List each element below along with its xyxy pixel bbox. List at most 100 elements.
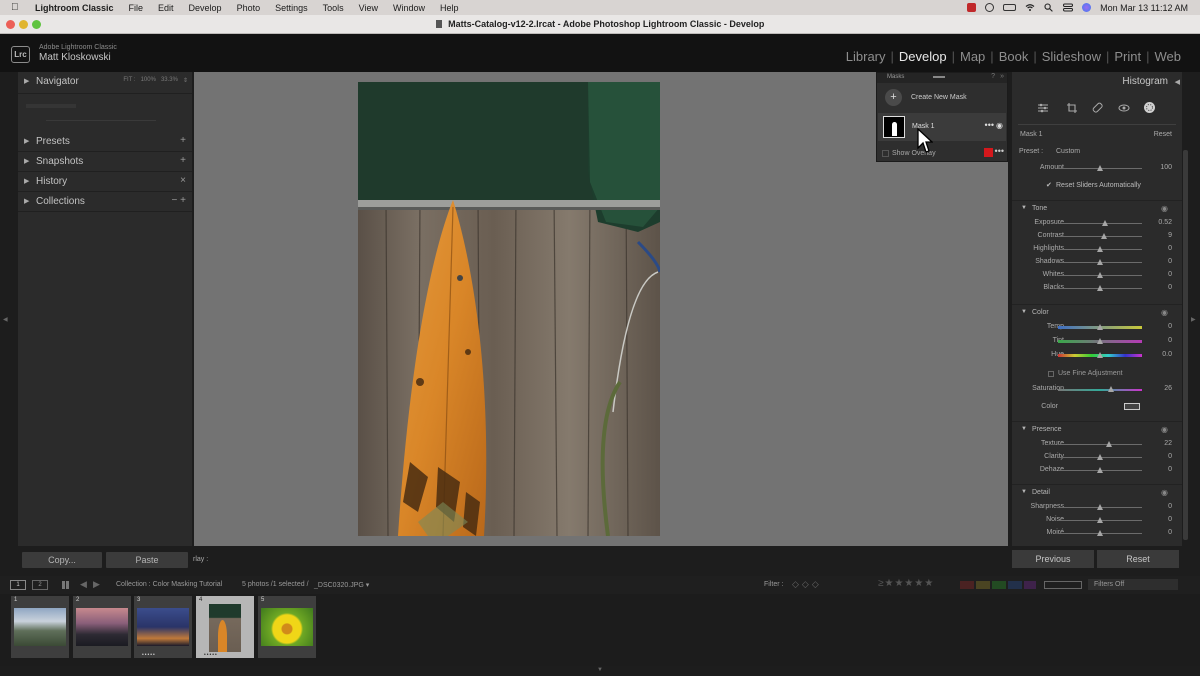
slider-value[interactable]: 0	[1142, 503, 1172, 510]
menu-window[interactable]: Window	[393, 3, 425, 13]
filmstrip-thumb[interactable]: 3 •••••	[134, 596, 192, 658]
slider-value[interactable]: 22	[1142, 440, 1172, 447]
eye-icon[interactable]: ◉	[1161, 488, 1168, 497]
add-snapshot-icon[interactable]: +	[180, 155, 186, 166]
control-center-icon[interactable]	[1063, 3, 1074, 12]
slider-thumb[interactable]	[1101, 233, 1108, 239]
masks-panel-header[interactable]: Masks ? »	[877, 73, 1007, 83]
edit-sliders-icon[interactable]	[1037, 102, 1049, 114]
slider-thumb[interactable]	[1097, 530, 1103, 536]
eye-icon[interactable]: ◉	[1161, 204, 1168, 213]
filmstrip-thumb[interactable]: 2	[73, 596, 131, 658]
collection-source[interactable]: Collection : Color Masking Tutorial	[116, 581, 222, 588]
highlights-slider-row[interactable]: Highlights 0	[1012, 243, 1172, 256]
star-rating-filter[interactable]: ≥★★★★★	[878, 578, 934, 589]
temp-slider-row[interactable]: Temp 0	[1012, 321, 1172, 334]
add-preset-icon[interactable]: +	[180, 135, 186, 146]
blacks-slider-row[interactable]: Blacks 0	[1012, 282, 1172, 295]
slider-value[interactable]: 0	[1142, 284, 1172, 291]
slider-thumb[interactable]	[1097, 285, 1103, 291]
primary-window-button[interactable]: 1	[10, 580, 26, 590]
slider-thumb[interactable]	[1106, 441, 1113, 447]
spotlight-search-icon[interactable]	[1044, 3, 1054, 12]
crop-icon[interactable]	[1066, 102, 1078, 114]
secondary-window-button[interactable]: 2	[32, 580, 48, 590]
texture-slider-row[interactable]: Texture 22	[1012, 438, 1172, 451]
slider-thumb[interactable]	[1097, 504, 1103, 510]
disclosure-triangle-icon[interactable]: ▶	[24, 137, 29, 145]
history-header[interactable]: ▶ History ×	[18, 172, 192, 192]
menu-app-name[interactable]: Lightroom Classic	[35, 3, 114, 13]
previous-button[interactable]: Previous	[1012, 550, 1094, 568]
paste-settings-button[interactable]: Paste	[106, 552, 188, 568]
siri-icon[interactable]	[1082, 3, 1092, 12]
slider-track[interactable]	[1058, 223, 1142, 224]
left-panel-toggle-icon[interactable]: ◀	[3, 316, 8, 323]
amount-slider-row[interactable]: Amount 100	[1012, 162, 1172, 175]
slider-value[interactable]: 9	[1142, 232, 1172, 239]
flag-filter-icons[interactable]: ◇◇◇	[792, 579, 822, 590]
slider-thumb[interactable]	[1097, 246, 1103, 252]
slider-thumb[interactable]	[1097, 272, 1103, 278]
overlay-options-icon[interactable]: •••	[995, 146, 1004, 156]
slider-value[interactable]: 0.52	[1142, 219, 1172, 226]
zoom-stepper-icon[interactable]: ⇕	[183, 77, 188, 84]
mask-preset-row[interactable]: Preset : Custom	[1012, 146, 1182, 158]
navigator-header[interactable]: ▶ Navigator FIT : 100% 33.3% ⇕	[18, 72, 192, 94]
module-web[interactable]: Web	[1150, 49, 1187, 64]
record-icon[interactable]	[967, 3, 977, 12]
shadows-slider-row[interactable]: Shadows 0	[1012, 256, 1172, 269]
filmstrip-thumb[interactable]: 5	[258, 596, 316, 658]
zoom-100-option[interactable]: 100%	[141, 77, 156, 84]
moir--slider-row[interactable]: Moiré 0	[1012, 527, 1172, 540]
checkmark-icon[interactable]: ✔	[1046, 181, 1052, 189]
whites-slider-row[interactable]: Whites 0	[1012, 269, 1172, 282]
tone-section-header[interactable]: ▼ Tone ◉	[1012, 200, 1182, 216]
fine-adjustment-row[interactable]: Use Fine Adjustment	[1048, 369, 1178, 381]
snapshots-header[interactable]: ▶ Snapshots +	[18, 152, 192, 172]
zoom-window-button[interactable]	[32, 20, 41, 29]
back-arrow-icon[interactable]: ◀	[80, 579, 87, 590]
sharpness-slider-row[interactable]: Sharpness 0	[1012, 501, 1172, 514]
slider-thumb[interactable]	[1097, 259, 1103, 265]
disclosure-triangle-icon[interactable]: ▶	[24, 157, 29, 165]
create-new-mask-row[interactable]: + Create New Mask	[877, 87, 1007, 107]
develop-photo[interactable]	[358, 82, 660, 536]
menu-develop[interactable]: Develop	[189, 3, 222, 13]
module-library[interactable]: Library	[841, 49, 891, 64]
collections-header[interactable]: ▶ Collections − +	[18, 192, 192, 212]
color-label-filter[interactable]	[960, 581, 1036, 589]
filmstrip-thumb[interactable]: 1	[11, 596, 69, 658]
collection-add-remove-icon[interactable]: − +	[172, 195, 186, 206]
color-swatch-row[interactable]: Color	[1012, 401, 1182, 413]
module-map[interactable]: Map	[955, 49, 990, 64]
overlay-mode-label[interactable]: rlay :	[193, 556, 208, 563]
mask-preset-value[interactable]: Custom	[1056, 148, 1080, 155]
copy-settings-button[interactable]: Copy...	[22, 552, 102, 568]
menu-tools[interactable]: Tools	[323, 3, 344, 13]
creative-cloud-icon[interactable]	[985, 3, 995, 12]
exposure-slider-row[interactable]: Exposure 0.52	[1012, 217, 1172, 230]
hue-slider-row[interactable]: Hue0.0	[1012, 349, 1172, 362]
reset-sliders-row[interactable]: ✔ Reset Sliders Automatically	[1046, 180, 1176, 192]
menu-help[interactable]: Help	[440, 3, 459, 13]
eye-icon[interactable]: ◉	[1161, 425, 1168, 434]
zoom-custom-option[interactable]: 33.3%	[161, 77, 178, 84]
disclosure-triangle-icon[interactable]: ▼	[1021, 426, 1027, 432]
thumb-star-rating[interactable]: •••••	[204, 652, 218, 658]
contrast-slider-row[interactable]: Contrast 9	[1012, 230, 1172, 243]
saturation-slider-row[interactable]: Saturation 26	[1012, 383, 1172, 396]
filter-presets-dropdown[interactable]: Filters Off	[1088, 579, 1178, 590]
slider-value[interactable]: 0	[1142, 271, 1172, 278]
slider-value[interactable]: 0	[1142, 466, 1172, 473]
slider-value[interactable]: 0	[1142, 529, 1172, 536]
amount-value[interactable]: 100	[1142, 164, 1172, 171]
module-book[interactable]: Book	[994, 49, 1034, 64]
disclosure-triangle-icon[interactable]: ◀	[1175, 78, 1180, 86]
saturation-value[interactable]: 26	[1142, 385, 1172, 392]
module-develop[interactable]: Develop	[894, 49, 952, 64]
slider-value[interactable]: 0	[1142, 245, 1172, 252]
slider-value[interactable]: 0.0	[1142, 351, 1172, 358]
disclosure-triangle-icon[interactable]: ▼	[1021, 205, 1027, 211]
slider-value[interactable]: 0	[1142, 516, 1172, 523]
